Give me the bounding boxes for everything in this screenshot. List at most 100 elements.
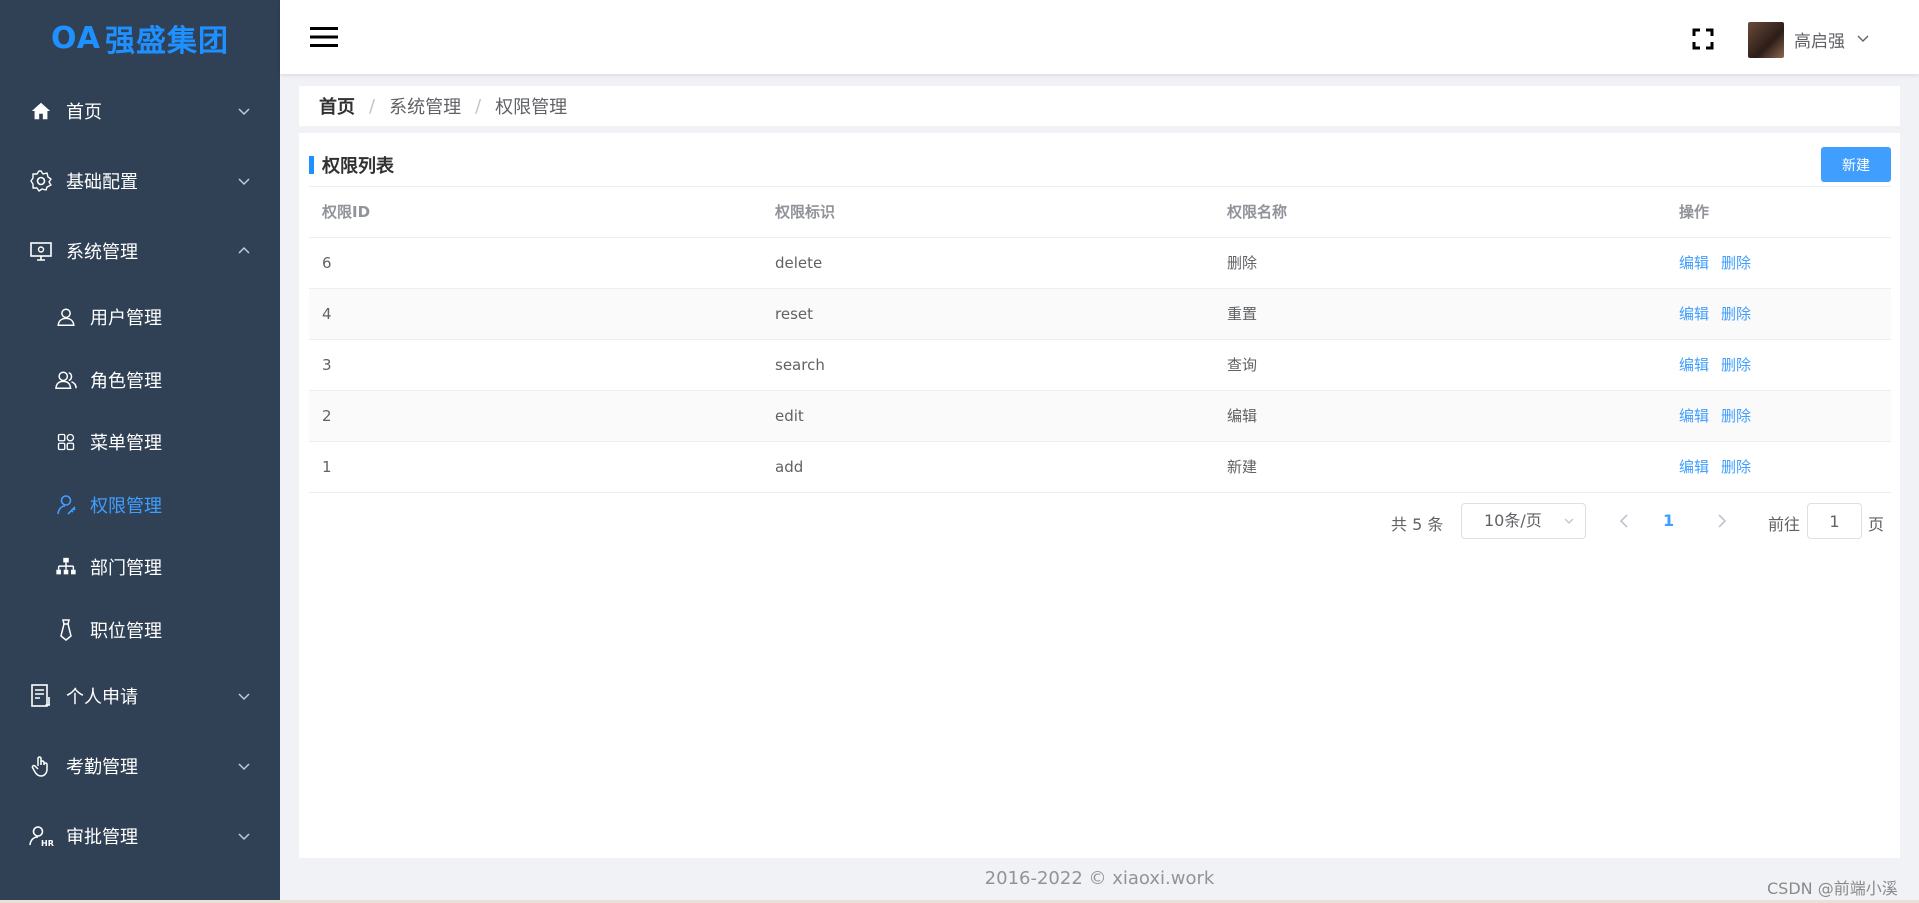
table-row: 2 edit 编辑 编辑 删除 (309, 390, 1891, 442)
tie-icon (54, 618, 78, 642)
permission-list-card: 权限列表 新建 权限ID 权限标识 权限名称 操作 6 delete 删除 编辑… (299, 133, 1900, 858)
sidebar-item-label: 系统管理 (66, 242, 138, 263)
cell-actions: 编辑 删除 (1666, 237, 1891, 289)
hamburger-menu-icon[interactable] (310, 27, 338, 47)
table-row: 6 delete 删除 编辑 删除 (309, 237, 1891, 289)
cell-key: edit (762, 390, 1214, 442)
edit-link[interactable]: 编辑 (1679, 407, 1709, 425)
cell-id: 3 (309, 339, 762, 391)
goto-unit: 页 (1868, 515, 1885, 534)
chevron-up-icon (238, 246, 250, 254)
chevron-down-icon (1564, 518, 1574, 524)
sidebar-item-label: 个人申请 (66, 687, 138, 708)
cell-id: 2 (309, 390, 762, 442)
sidebar-subitem-roles[interactable]: 角色管理 (0, 349, 280, 412)
monitor-icon (28, 238, 54, 264)
sidebar-subitem-label: 职位管理 (90, 620, 162, 642)
card-title: 权限列表 (309, 155, 394, 177)
sidebar-item-label: 基础配置 (66, 172, 138, 193)
sidebar-item-system[interactable]: 系统管理 (0, 216, 280, 286)
org-chart-icon (54, 555, 78, 579)
sidebar-item-base-config[interactable]: 基础配置 (0, 146, 280, 216)
chevron-down-icon[interactable] (1856, 31, 1870, 45)
sidebar-item-attendance[interactable]: 考勤管理 (0, 731, 280, 801)
sidebar-item-approval[interactable]: HR 审批管理 (0, 801, 280, 871)
page-number[interactable]: 1 (1663, 511, 1674, 530)
table-header-row: 权限ID 权限标识 权限名称 操作 (309, 187, 1891, 238)
chevron-down-icon (238, 178, 250, 186)
sidebar-item-home[interactable]: 首页 (0, 76, 280, 146)
table-row: 4 reset 重置 编辑 删除 (309, 288, 1891, 340)
cell-actions: 编辑 删除 (1666, 339, 1891, 391)
chevron-down-icon (238, 693, 250, 701)
document-icon (28, 683, 54, 709)
delete-link[interactable]: 删除 (1721, 458, 1751, 476)
edit-link[interactable]: 编辑 (1679, 356, 1709, 374)
sidebar-subitem-menus[interactable]: 菜单管理 (0, 411, 280, 474)
sidebar-subitem-label: 菜单管理 (90, 433, 162, 455)
cell-name: 新建 (1214, 441, 1666, 493)
cell-id: 4 (309, 288, 762, 340)
sidebar-subitem-label: 部门管理 (90, 558, 162, 580)
watermark: CSDN @前端小溪 (1767, 879, 1898, 898)
delete-link[interactable]: 删除 (1721, 356, 1751, 374)
grid-icon (54, 430, 78, 454)
cell-actions: 编辑 删除 (1666, 390, 1891, 442)
user-icon (54, 305, 78, 329)
username[interactable]: 高启强 (1794, 27, 1845, 52)
sidebar: OA 强盛集团 首页 基础配置 系统管理 用户管理 角色管理 菜单管理 权限管理… (0, 0, 280, 903)
cell-key: add (762, 441, 1214, 493)
sidebar-item-personal-apply[interactable]: 个人申请 (0, 661, 280, 731)
goto-page-input[interactable] (1807, 503, 1862, 539)
page-size-select[interactable]: 10条/页 (1461, 503, 1586, 539)
page-size-value: 10条/页 (1484, 511, 1542, 530)
permission-table: 权限ID 权限标识 权限名称 操作 6 delete 删除 编辑 删除 4 res… (309, 187, 1891, 493)
cell-name: 查询 (1214, 339, 1666, 391)
column-header-id: 权限ID (309, 187, 762, 238)
sidebar-subitem-permissions[interactable]: 权限管理 (0, 474, 280, 537)
table-row: 3 search 查询 编辑 删除 (309, 339, 1891, 391)
prev-page-icon[interactable] (1615, 511, 1635, 531)
sidebar-subitem-label: 权限管理 (90, 495, 162, 517)
breadcrumb-home[interactable]: 首页 (319, 93, 355, 119)
next-page-icon[interactable] (1711, 511, 1731, 531)
svg-text:HR: HR (41, 839, 54, 848)
sidebar-item-label: 考勤管理 (66, 757, 138, 778)
delete-link[interactable]: 删除 (1721, 407, 1751, 425)
footer-copyright: 2016-2022 © xiaoxi.work (984, 868, 1215, 889)
top-header: 高启强 (280, 0, 1919, 74)
cell-actions: 编辑 删除 (1666, 441, 1891, 493)
edit-link[interactable]: 编辑 (1679, 305, 1709, 323)
user-hr-icon: HR (28, 823, 54, 849)
brand-logo[interactable]: OA 强盛集团 (0, 0, 280, 76)
sidebar-subitem-users[interactable]: 用户管理 (0, 286, 280, 349)
title-accent-bar (309, 156, 314, 174)
column-header-name: 权限名称 (1214, 187, 1666, 238)
fullscreen-icon[interactable] (1692, 28, 1714, 50)
delete-link[interactable]: 删除 (1721, 305, 1751, 323)
breadcrumb-system: 系统管理 (389, 97, 462, 118)
delete-link[interactable]: 删除 (1721, 254, 1751, 272)
edit-link[interactable]: 编辑 (1679, 458, 1709, 476)
breadcrumb: 首页 / 系统管理 / 权限管理 (299, 86, 1900, 126)
sidebar-subitem-positions[interactable]: 职位管理 (0, 599, 280, 662)
sidebar-item-label: 首页 (66, 102, 102, 123)
cell-name: 编辑 (1214, 390, 1666, 442)
card-title-text: 权限列表 (322, 156, 394, 177)
cell-actions: 编辑 删除 (1666, 288, 1891, 340)
gear-icon (28, 168, 54, 194)
key-user-icon (54, 493, 78, 517)
breadcrumb-current: 权限管理 (495, 97, 568, 118)
pagination: 共 5 条 10条/页 1 前往 页 (299, 503, 1900, 539)
brand-logo-mark: OA (51, 20, 101, 56)
edit-link[interactable]: 编辑 (1679, 254, 1709, 272)
cell-name: 重置 (1214, 288, 1666, 340)
sidebar-subitem-departments[interactable]: 部门管理 (0, 536, 280, 599)
breadcrumb-separator: / (369, 95, 376, 117)
new-button[interactable]: 新建 (1821, 147, 1891, 182)
chevron-down-icon (238, 833, 250, 841)
avatar[interactable] (1748, 22, 1784, 58)
hand-icon (28, 753, 54, 779)
column-header-key: 权限标识 (762, 187, 1214, 238)
chevron-down-icon (238, 763, 250, 771)
